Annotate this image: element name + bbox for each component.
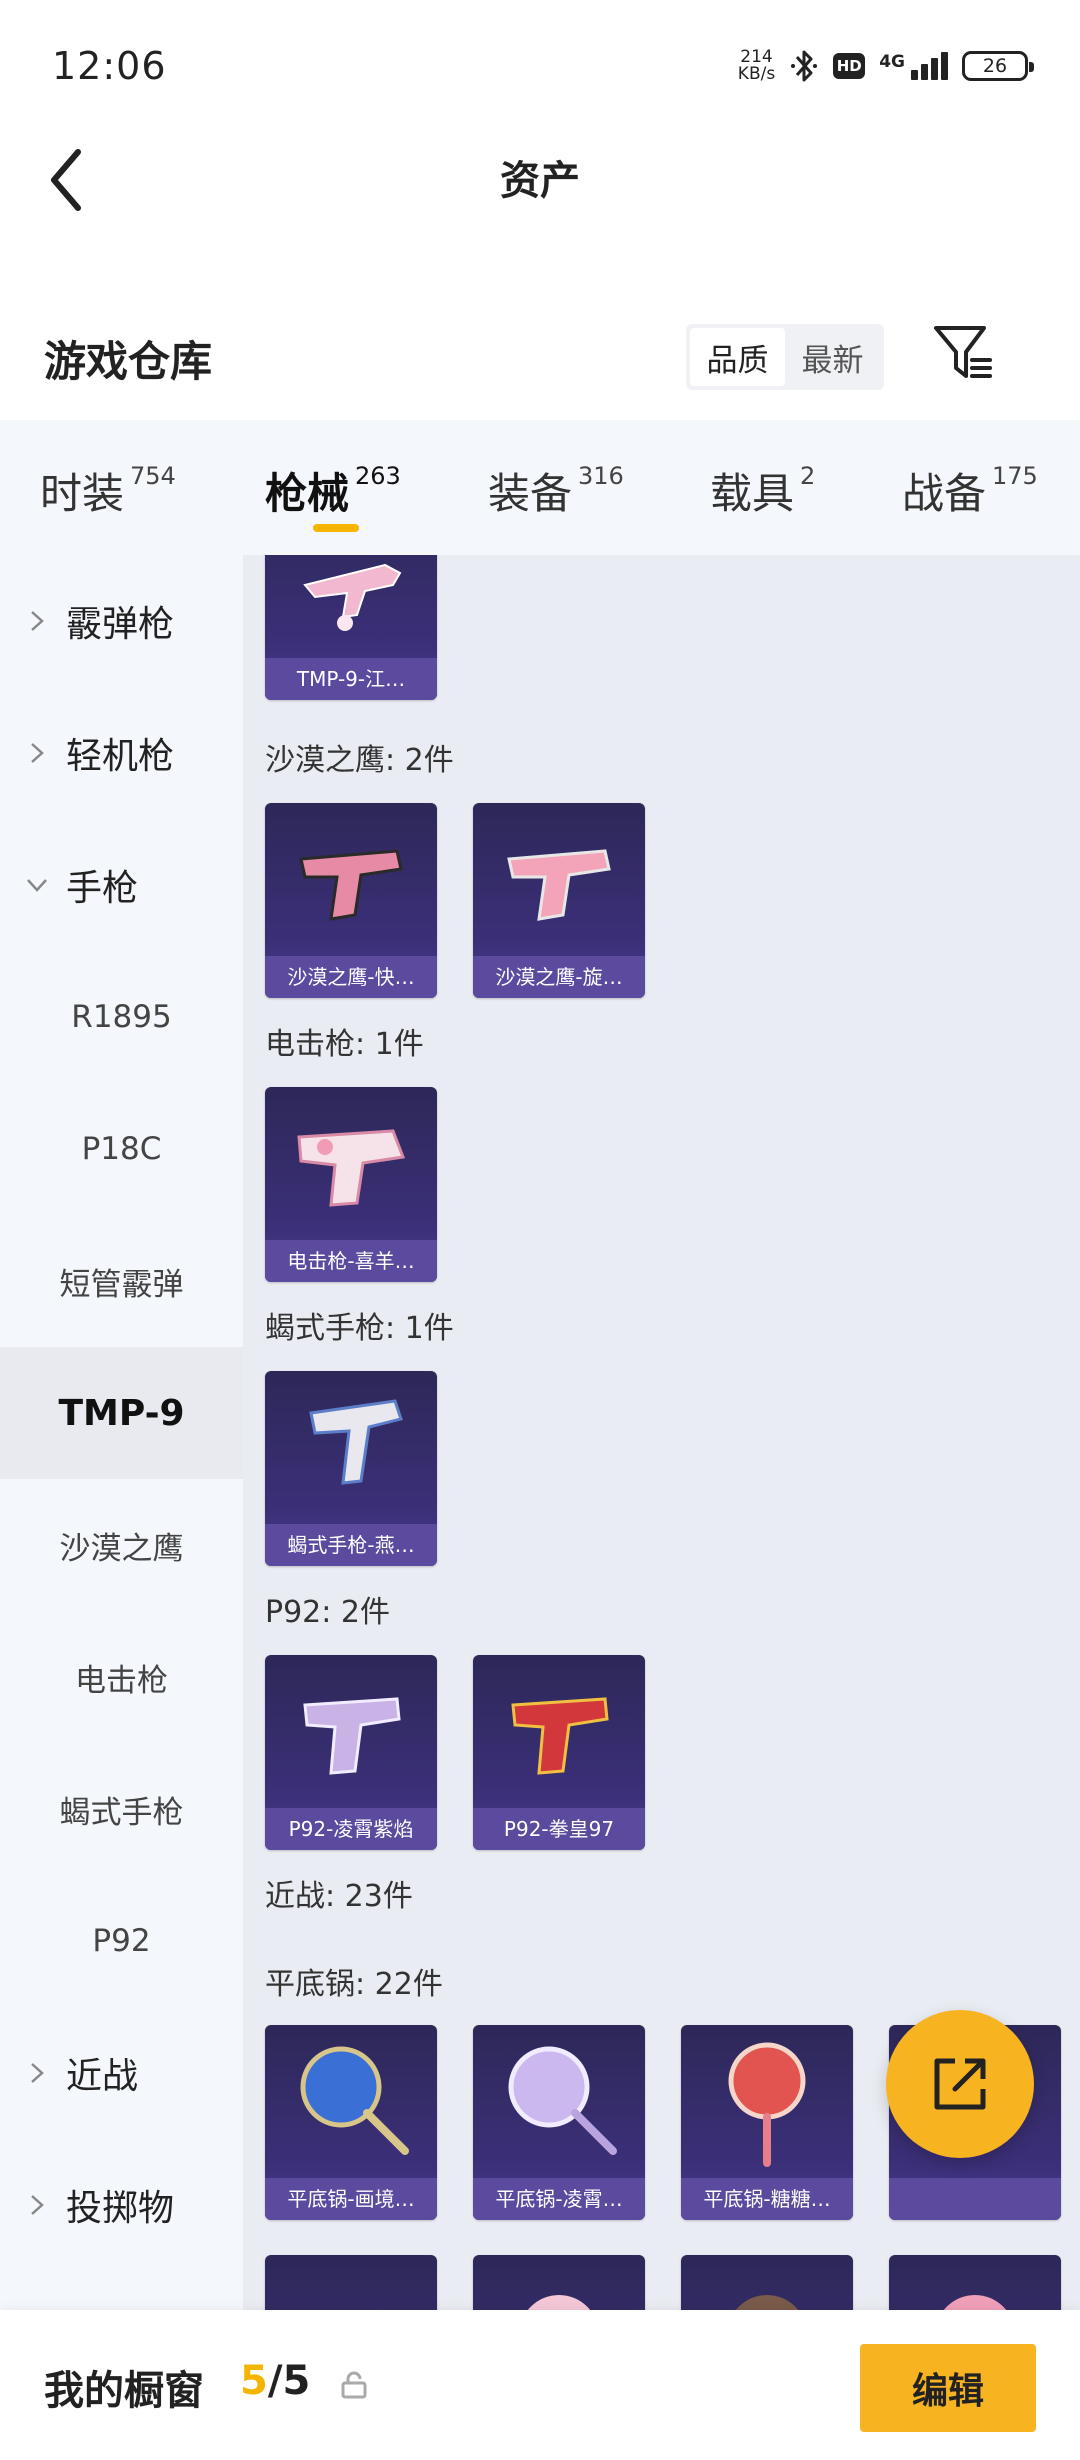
section-label: P92: 2件 <box>265 1595 390 1630</box>
chevron-right-icon <box>31 743 44 763</box>
taser-icon <box>297 1129 406 1207</box>
category-tabs: 时装 754 枪械 263 装备 316 载具 2 战备 175 <box>0 420 1080 555</box>
nav-item-p18c[interactable]: P18C <box>0 1083 243 1215</box>
status-bar: 12:06 214 KB/s HD 4G 26 <box>0 0 1080 130</box>
nav-item-scorpion[interactable]: 蝎式手枪 <box>0 1743 243 1875</box>
pan-icon <box>735 2295 799 2310</box>
warehouse-title: 游戏仓库 <box>44 337 213 386</box>
item-card[interactable]: 电击枪-喜羊… <box>265 1087 437 1282</box>
section-label: 蝎式手枪: 1件 <box>265 1311 454 1346</box>
nav-item-short-shotgun[interactable]: 短管霰弹 <box>0 1215 243 1347</box>
nav-group-shotgun[interactable]: 霰弹枪 <box>0 555 243 687</box>
showcase-count: 5 / 5 <box>240 2358 311 2404</box>
sort-toggle: 品质 最新 <box>686 324 884 390</box>
smg-icon <box>309 1399 403 1485</box>
side-nav: 霰弹枪 轻机枪 手枪 R1895 P18C 短管霰弹 TMP-9 沙漠之鹰 电击… <box>0 555 243 2310</box>
nav-group-melee[interactable]: 近战 <box>0 2007 243 2139</box>
lock-icon <box>341 2371 367 2399</box>
item-card[interactable] <box>889 2255 1061 2310</box>
chevron-right-icon <box>31 2063 44 2083</box>
tab-equipment[interactable]: 装备 316 <box>488 460 624 521</box>
pistol-icon <box>507 849 611 921</box>
pistol-icon <box>299 849 403 921</box>
bottom-bar: 我的橱窗 5 / 5 编辑 <box>0 2310 1080 2460</box>
filter-button[interactable] <box>932 322 994 384</box>
sort-quality-option[interactable]: 品质 <box>690 328 785 386</box>
section-label: 近战: 23件 <box>265 1879 413 1914</box>
section-label: 沙漠之鹰: 2件 <box>265 743 454 778</box>
showcase-label: 我的橱窗 <box>44 2368 204 2414</box>
item-card[interactable]: 平底锅-画境… <box>265 2025 437 2220</box>
smg-icon <box>303 563 402 631</box>
nav-group-throwables[interactable]: 投掷物 <box>0 2139 243 2271</box>
pistol-icon <box>511 1697 609 1775</box>
pistol-icon <box>303 1697 401 1775</box>
item-card[interactable]: 平底锅-凌霄… <box>473 2025 645 2220</box>
share-button[interactable] <box>886 2010 1034 2158</box>
pan-icon <box>300 2046 409 2155</box>
chevron-down-icon <box>27 879 47 892</box>
status-time: 12:06 <box>52 44 167 88</box>
share-icon <box>934 2058 986 2110</box>
edit-button[interactable]: 编辑 <box>860 2344 1036 2432</box>
chevron-right-icon <box>31 2195 44 2215</box>
hd-badge: HD <box>833 53 866 79</box>
pan-icon <box>943 2295 1007 2310</box>
item-card[interactable]: 沙漠之鹰-快… <box>265 803 437 998</box>
filter-icon <box>934 326 992 378</box>
item-card[interactable]: 沙漠之鹰-旋… <box>473 803 645 998</box>
battery-icon: 26 <box>962 51 1034 81</box>
item-card[interactable] <box>473 2255 645 2310</box>
pan-icon <box>508 2046 617 2155</box>
nav-item-tmp9[interactable]: TMP-9 <box>0 1347 243 1479</box>
tab-guns[interactable]: 枪械 263 <box>265 460 401 521</box>
item-card[interactable]: 蝎式手枪-燕… <box>265 1371 437 1566</box>
pan-icon <box>728 2042 806 2167</box>
nav-item-taser[interactable]: 电击枪 <box>0 1611 243 1743</box>
pan-icon <box>527 2295 591 2310</box>
network-speed: 214 KB/s <box>737 47 776 84</box>
sort-latest-option[interactable]: 最新 <box>785 328 880 386</box>
status-icons: 214 KB/s HD 4G 26 <box>737 44 1034 88</box>
nav-item-desert-eagle[interactable]: 沙漠之鹰 <box>0 1479 243 1611</box>
page-title: 资产 <box>500 158 580 204</box>
tab-supplies[interactable]: 战备 175 <box>902 460 1038 521</box>
nav-item-p92[interactable]: P92 <box>0 1875 243 2007</box>
section-label: 平底锅: 22件 <box>265 1967 443 2002</box>
tab-vehicles[interactable]: 载具 2 <box>710 460 815 521</box>
section-label: 电击枪: 1件 <box>265 1027 424 1062</box>
active-tab-indicator <box>313 524 359 532</box>
item-card[interactable]: 平底锅-糖糖… <box>681 2025 853 2220</box>
nav-group-lmg[interactable]: 轻机枪 <box>0 687 243 819</box>
nav-item-r1895[interactable]: R1895 <box>0 951 243 1083</box>
bluetooth-icon <box>791 50 818 82</box>
signal-icon: 4G <box>879 52 948 80</box>
tab-fashion[interactable]: 时装 754 <box>40 460 176 521</box>
item-card[interactable]: P92-凌霄紫焰 <box>265 1655 437 1850</box>
item-card[interactable] <box>265 2255 437 2310</box>
chevron-right-icon <box>31 611 44 631</box>
item-card[interactable] <box>681 2255 853 2310</box>
item-card[interactable]: P92-拳皇97 <box>473 1655 645 1850</box>
nav-group-pistol[interactable]: 手枪 <box>0 819 243 951</box>
item-card[interactable]: TMP-9-江… <box>265 555 437 700</box>
